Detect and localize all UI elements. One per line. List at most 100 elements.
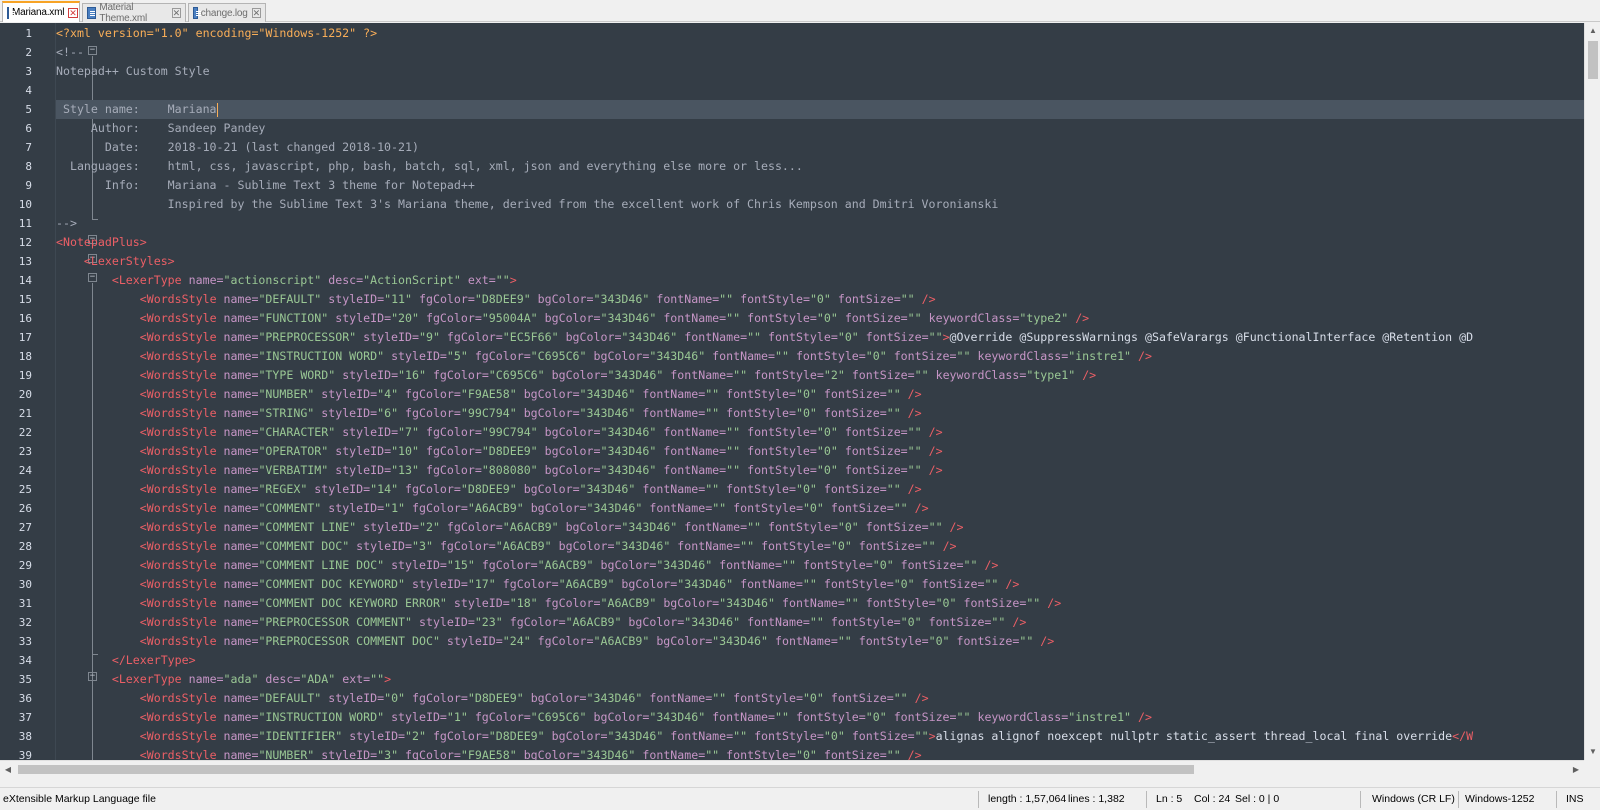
code-token: bgColor= xyxy=(551,729,608,743)
code-token: <NotepadPlus> xyxy=(56,235,147,249)
code-token: fontStyle= xyxy=(747,311,817,325)
horizontal-scrollbar[interactable]: ◀ ▶ xyxy=(0,760,1584,777)
vertical-scrollbar[interactable]: ▲ ▼ xyxy=(1584,23,1600,760)
code-token: "" xyxy=(705,387,727,401)
fold-margin[interactable]: − − − − − xyxy=(42,23,98,760)
code-line[interactable]: <WordsStyle name="COMMENT DOC" styleID="… xyxy=(56,537,957,556)
code-line[interactable]: Date: 2018-10-21 (last changed 2018-10-2… xyxy=(56,138,419,157)
code-line[interactable]: <WordsStyle name="TYPE WORD" styleID="16… xyxy=(56,366,1096,385)
code-line[interactable]: <WordsStyle name="INSTRUCTION WORD" styl… xyxy=(56,347,1152,366)
code-line[interactable]: <WordsStyle name="OPERATOR" styleID="10"… xyxy=(56,442,943,461)
tab-change-log[interactable]: change.log ✕ xyxy=(188,3,266,22)
code-token: "" xyxy=(733,729,755,743)
close-icon[interactable]: ✕ xyxy=(68,7,78,18)
code-line[interactable]: <WordsStyle name="COMMENT LINE" styleID=… xyxy=(56,518,964,537)
code-line[interactable]: Notepad++ Custom Style xyxy=(56,62,210,81)
code-token: "DEFAULT" xyxy=(258,691,329,705)
code-line[interactable]: <WordsStyle name="COMMENT LINE DOC" styl… xyxy=(56,556,999,575)
code-line[interactable]: <WordsStyle name="COMMENT" styleID="1" f… xyxy=(56,499,929,518)
code-line[interactable]: <WordsStyle name="PREPROCESSOR COMMENT" … xyxy=(56,613,1027,632)
code-line[interactable]: --> xyxy=(56,214,77,233)
line-number: 13 xyxy=(18,255,32,268)
code-token: <WordsStyle xyxy=(139,577,224,591)
insert-mode-label[interactable]: INS xyxy=(1566,788,1584,810)
code-token: desc= xyxy=(328,273,364,287)
code-line[interactable]: <LexerType name="ada" desc="ADA" ext=""> xyxy=(56,670,391,689)
code-token: fontName= xyxy=(656,292,720,306)
code-token: fontSize= xyxy=(963,596,1027,610)
code-token: "PREPROCESSOR" xyxy=(258,330,364,344)
code-token: fontStyle= xyxy=(858,634,929,648)
code-line[interactable]: <WordsStyle name="INSTRUCTION WORD" styl… xyxy=(56,708,1152,727)
code-line[interactable]: <?xml version="1.0" encoding="Windows-12… xyxy=(56,24,377,43)
editor-pane[interactable]: 1 2 3 4 5 6 7 8 9 10 11 12 13 14 15 16 17 18 19 20 21 22 23 24 2… xyxy=(0,23,1584,760)
code-token: styleID= xyxy=(391,710,447,724)
code-token: </W xyxy=(1452,729,1474,743)
scroll-down-icon[interactable]: ▼ xyxy=(1585,744,1600,760)
code-token: "D8DEE9" xyxy=(460,482,524,496)
code-line[interactable]: <WordsStyle name="COMMENT DOC KEYWORD" s… xyxy=(56,575,1020,594)
code-line[interactable]: <WordsStyle name="PREPROCESSOR" styleID=… xyxy=(56,328,1473,347)
code-line[interactable]: <WordsStyle name="REGEX" styleID="14" fg… xyxy=(56,480,922,499)
code-token: "2" xyxy=(823,368,852,382)
line-number: 18 xyxy=(18,350,32,363)
code-token: "A6ACB9" xyxy=(495,539,559,553)
line-number: 15 xyxy=(18,293,32,306)
code-token: fontName= xyxy=(677,539,741,553)
scroll-left-icon[interactable]: ◀ xyxy=(0,761,16,778)
tab-material-theme-xml[interactable]: Material Theme.xml ✕ xyxy=(82,2,186,24)
code-line[interactable]: <WordsStyle name="VERBATIM" styleID="13"… xyxy=(56,461,943,480)
close-icon[interactable]: ✕ xyxy=(251,8,261,18)
code-line[interactable]: <LexerStyles> xyxy=(56,252,175,271)
scroll-right-icon[interactable]: ▶ xyxy=(1568,761,1584,778)
code-token: <WordsStyle xyxy=(139,292,224,306)
code-line[interactable]: <WordsStyle name="CHARACTER" styleID="7"… xyxy=(56,423,943,442)
eol-format-label[interactable]: Windows (CR LF) xyxy=(1372,788,1455,810)
code-line[interactable]: <WordsStyle name="COMMENT DOC KEYWORD ER… xyxy=(56,594,1061,613)
tab-mariana-xml[interactable]: Mariana.xml ✕ xyxy=(2,1,80,22)
code-token: "PREPROCESSOR COMMENT DOC" xyxy=(258,634,447,648)
code-token: fontSize= xyxy=(837,292,901,306)
code-line[interactable]: </LexerType> xyxy=(56,651,196,670)
code-line[interactable]: Inspired by the Sublime Text 3's Mariana… xyxy=(56,195,999,214)
code-line[interactable]: <!-- xyxy=(56,43,84,62)
line-number: 29 xyxy=(18,559,32,572)
scroll-up-icon[interactable]: ▲ xyxy=(1585,23,1600,39)
code-token: styleID= xyxy=(328,691,385,705)
code-line[interactable]: <LexerType name="actionscript" desc="Act… xyxy=(56,271,517,290)
close-icon[interactable]: ✕ xyxy=(171,8,181,18)
code-line[interactable]: <WordsStyle name="NUMBER" styleID="4" fg… xyxy=(56,385,922,404)
code-token: "3" xyxy=(377,748,406,760)
code-token: <WordsStyle xyxy=(139,368,224,382)
code-token: "" xyxy=(495,273,510,287)
code-line[interactable]: <WordsStyle name="PREPROCESSOR COMMENT D… xyxy=(56,632,1055,651)
code-token: styleID= xyxy=(356,539,413,553)
code-token: fgColor= xyxy=(537,634,594,648)
code-token: "0" xyxy=(837,520,866,534)
code-line[interactable]: <WordsStyle name="FUNCTION" styleID="20"… xyxy=(56,309,1089,328)
code-area[interactable]: <?xml version="1.0" encoding="Windows-12… xyxy=(56,23,1584,760)
code-token: "2" xyxy=(405,729,433,743)
code-token: "" xyxy=(886,482,908,496)
code-token: "A6ACB9" xyxy=(537,558,601,572)
scroll-thumb[interactable] xyxy=(1588,41,1598,79)
code-line[interactable]: Languages: html, css, javascript, php, b… xyxy=(56,157,803,176)
code-token: "0" xyxy=(802,691,831,705)
code-line[interactable]: Author: Sandeep Pandey xyxy=(56,119,266,138)
code-line[interactable]: <WordsStyle name="DEFAULT" styleID="0" f… xyxy=(56,689,929,708)
scroll-thumb[interactable] xyxy=(18,765,1194,774)
code-line[interactable]: <WordsStyle name="IDENTIFIER" styleID="2… xyxy=(56,727,1473,746)
status-separator xyxy=(1458,791,1459,808)
code-line[interactable]: <WordsStyle name="STRING" styleID="6" fg… xyxy=(56,404,922,423)
code-token: <LexerType xyxy=(111,672,189,686)
code-token: alignas alignof noexcept nullptr static_… xyxy=(935,729,1453,743)
code-line[interactable]: <WordsStyle name="NUMBER" styleID="3" fg… xyxy=(56,746,922,760)
code-line[interactable]: <NotepadPlus> xyxy=(56,233,147,252)
code-line[interactable]: <WordsStyle name="DEFAULT" styleID="11" … xyxy=(56,290,936,309)
encoding-label[interactable]: Windows-1252 xyxy=(1465,788,1534,810)
code-line[interactable]: Style name: Mariana xyxy=(56,100,1584,119)
code-token: styleID= xyxy=(342,368,399,382)
code-token: <WordsStyle xyxy=(139,501,224,515)
code-token: fontName= xyxy=(649,691,713,705)
code-line[interactable]: Info: Mariana - Sublime Text 3 theme for… xyxy=(56,176,475,195)
